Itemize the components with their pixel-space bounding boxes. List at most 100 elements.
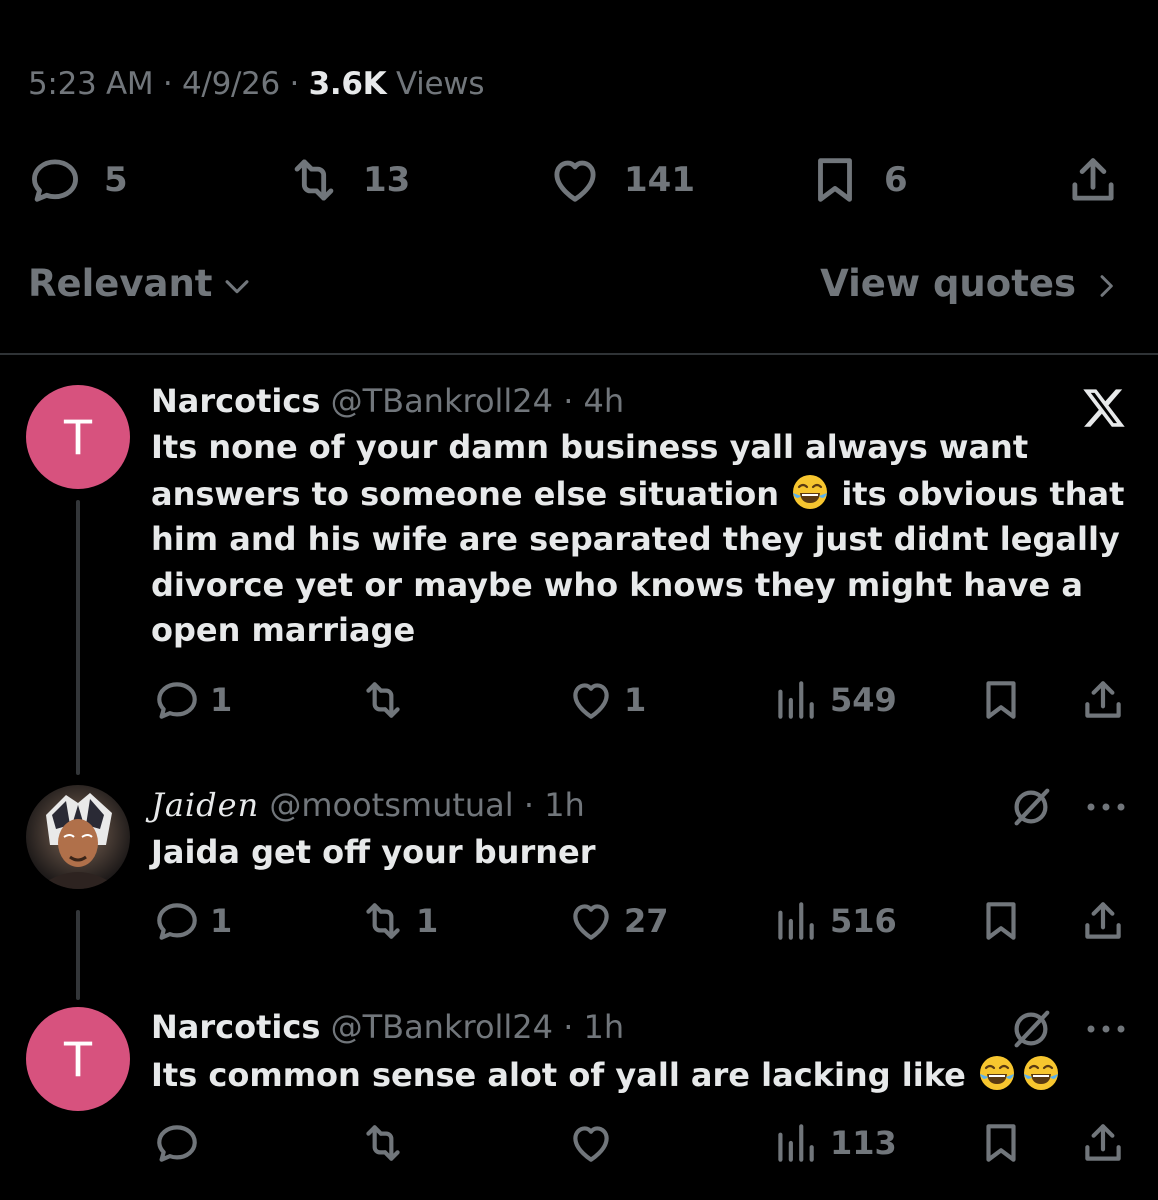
- views-icon: [778, 902, 814, 940]
- timestamp[interactable]: 1h: [584, 1008, 625, 1046]
- divider: [0, 353, 1158, 355]
- post-time: 5:23 AM: [28, 66, 154, 102]
- view-quotes-label: View quotes: [820, 262, 1076, 305]
- like-icon: [573, 904, 609, 940]
- reply-action-bar: 1 1 549: [0, 675, 1158, 725]
- post-date: 4/9/26: [182, 66, 280, 102]
- handle[interactable]: @TBankroll24: [331, 382, 553, 420]
- reply-text: Its common sense alot of yall are lackin…: [151, 1052, 1136, 1099]
- share-button[interactable]: [1078, 1118, 1128, 1168]
- like-button[interactable]: [566, 1118, 624, 1168]
- like-button[interactable]: 141: [546, 150, 695, 210]
- display-name[interactable]: Narcotics: [151, 382, 320, 420]
- post-views-label: Views: [386, 66, 485, 102]
- reply-button[interactable]: 5: [26, 150, 128, 210]
- view-quotes-link[interactable]: View quotes: [820, 262, 1122, 305]
- grok-icon[interactable]: [1008, 784, 1054, 830]
- views-icon: [778, 1124, 814, 1162]
- like-icon: [573, 683, 609, 719]
- post-meta: 5:23 AM · 4/9/26 · 3.6K Views: [28, 66, 485, 102]
- like-icon: [554, 160, 596, 202]
- views-icon: [778, 681, 814, 719]
- avatar[interactable]: [26, 785, 130, 889]
- views-button[interactable]: 549: [770, 675, 897, 725]
- avatar[interactable]: T: [26, 385, 130, 489]
- more-icon[interactable]: [1086, 1024, 1126, 1034]
- joy-emoji-icon: [793, 474, 828, 509]
- like-count: 1: [624, 681, 647, 719]
- reply-header: Narcotics @TBankroll24 · 1h: [151, 1008, 625, 1046]
- display-name[interactable]: Jaiden: [151, 786, 259, 824]
- reply-button[interactable]: 1: [152, 896, 232, 946]
- reply-action-bar: 1 1 27 516: [0, 896, 1158, 946]
- reply-button[interactable]: [152, 1118, 210, 1168]
- post-action-bar: 5 13 141 6: [0, 150, 1158, 210]
- display-name[interactable]: Narcotics: [151, 1008, 320, 1046]
- bookmark-button[interactable]: [976, 896, 1026, 946]
- repost-button[interactable]: [358, 1118, 416, 1168]
- bookmark-icon: [986, 902, 1016, 940]
- avatar-letter: T: [62, 409, 94, 465]
- repost-button[interactable]: 1: [358, 896, 438, 946]
- sort-label: Relevant: [28, 262, 213, 305]
- chevron-down-icon: [226, 279, 249, 293]
- timestamp[interactable]: 1h: [544, 786, 585, 824]
- avatar-letter: T: [62, 1031, 94, 1087]
- views-count: 549: [830, 681, 897, 719]
- reply-icon: [32, 159, 78, 202]
- repost-icon: [366, 682, 400, 718]
- repost-icon: [294, 159, 334, 201]
- grok-icon[interactable]: [1008, 1006, 1054, 1052]
- share-icon: [1072, 158, 1114, 201]
- like-button[interactable]: 1: [566, 675, 646, 725]
- bookmark-icon: [986, 1124, 1016, 1162]
- repost-count: 1: [416, 902, 439, 940]
- share-button[interactable]: [1078, 896, 1128, 946]
- post-views-count: 3.6K: [308, 66, 387, 102]
- like-icon: [573, 1126, 609, 1162]
- avatar-image: [36, 793, 120, 889]
- joy-emoji-icon: [979, 1056, 1014, 1090]
- handle[interactable]: @TBankroll24: [331, 1008, 553, 1046]
- share-icon: [1085, 1124, 1121, 1161]
- reply-sort-bar: Relevant View quotes: [0, 262, 1158, 314]
- reply-icon: [157, 903, 197, 940]
- more-icon[interactable]: [1086, 802, 1126, 812]
- timestamp[interactable]: 4h: [584, 382, 625, 420]
- repost-icon: [366, 903, 400, 939]
- bookmark-button[interactable]: 6: [806, 150, 908, 210]
- reply-count: 1: [210, 681, 233, 719]
- share-icon: [1085, 681, 1121, 718]
- bookmark-icon: [986, 681, 1016, 719]
- repost-count: 13: [363, 160, 411, 200]
- reply-action-bar: 113: [0, 1118, 1158, 1168]
- like-count: 27: [624, 902, 669, 940]
- bookmark-button[interactable]: [976, 675, 1026, 725]
- reply-text: Jaida get off your burner: [151, 833, 596, 871]
- avatar[interactable]: T: [26, 1007, 130, 1111]
- views-count: 113: [830, 1124, 897, 1162]
- joy-emoji-icon: [1023, 1056, 1058, 1090]
- handle[interactable]: @mootsmutual: [269, 786, 513, 824]
- sort-relevant-button[interactable]: Relevant: [28, 262, 254, 305]
- repost-button[interactable]: 13: [285, 150, 410, 210]
- reply-icon: [157, 1125, 197, 1162]
- reply-button[interactable]: 1: [152, 675, 232, 725]
- views-button[interactable]: 516: [770, 896, 897, 946]
- thread-line: [76, 500, 80, 775]
- reply-icon: [157, 682, 197, 719]
- reply-text: Its none of your damn business yall alwa…: [151, 428, 1125, 649]
- share-button[interactable]: [1064, 150, 1122, 210]
- reply-count: 1: [210, 902, 233, 940]
- views-button[interactable]: 113: [770, 1118, 897, 1168]
- repost-icon: [366, 1125, 400, 1161]
- reply-count: 5: [104, 160, 128, 200]
- bookmark-button[interactable]: [976, 1118, 1026, 1168]
- repost-button[interactable]: [358, 675, 416, 725]
- bookmark-icon: [818, 158, 852, 202]
- share-button[interactable]: [1078, 675, 1128, 725]
- like-count: 141: [624, 160, 695, 200]
- views-count: 516: [830, 902, 897, 940]
- bookmark-count: 6: [884, 160, 908, 200]
- like-button[interactable]: 27: [566, 896, 669, 946]
